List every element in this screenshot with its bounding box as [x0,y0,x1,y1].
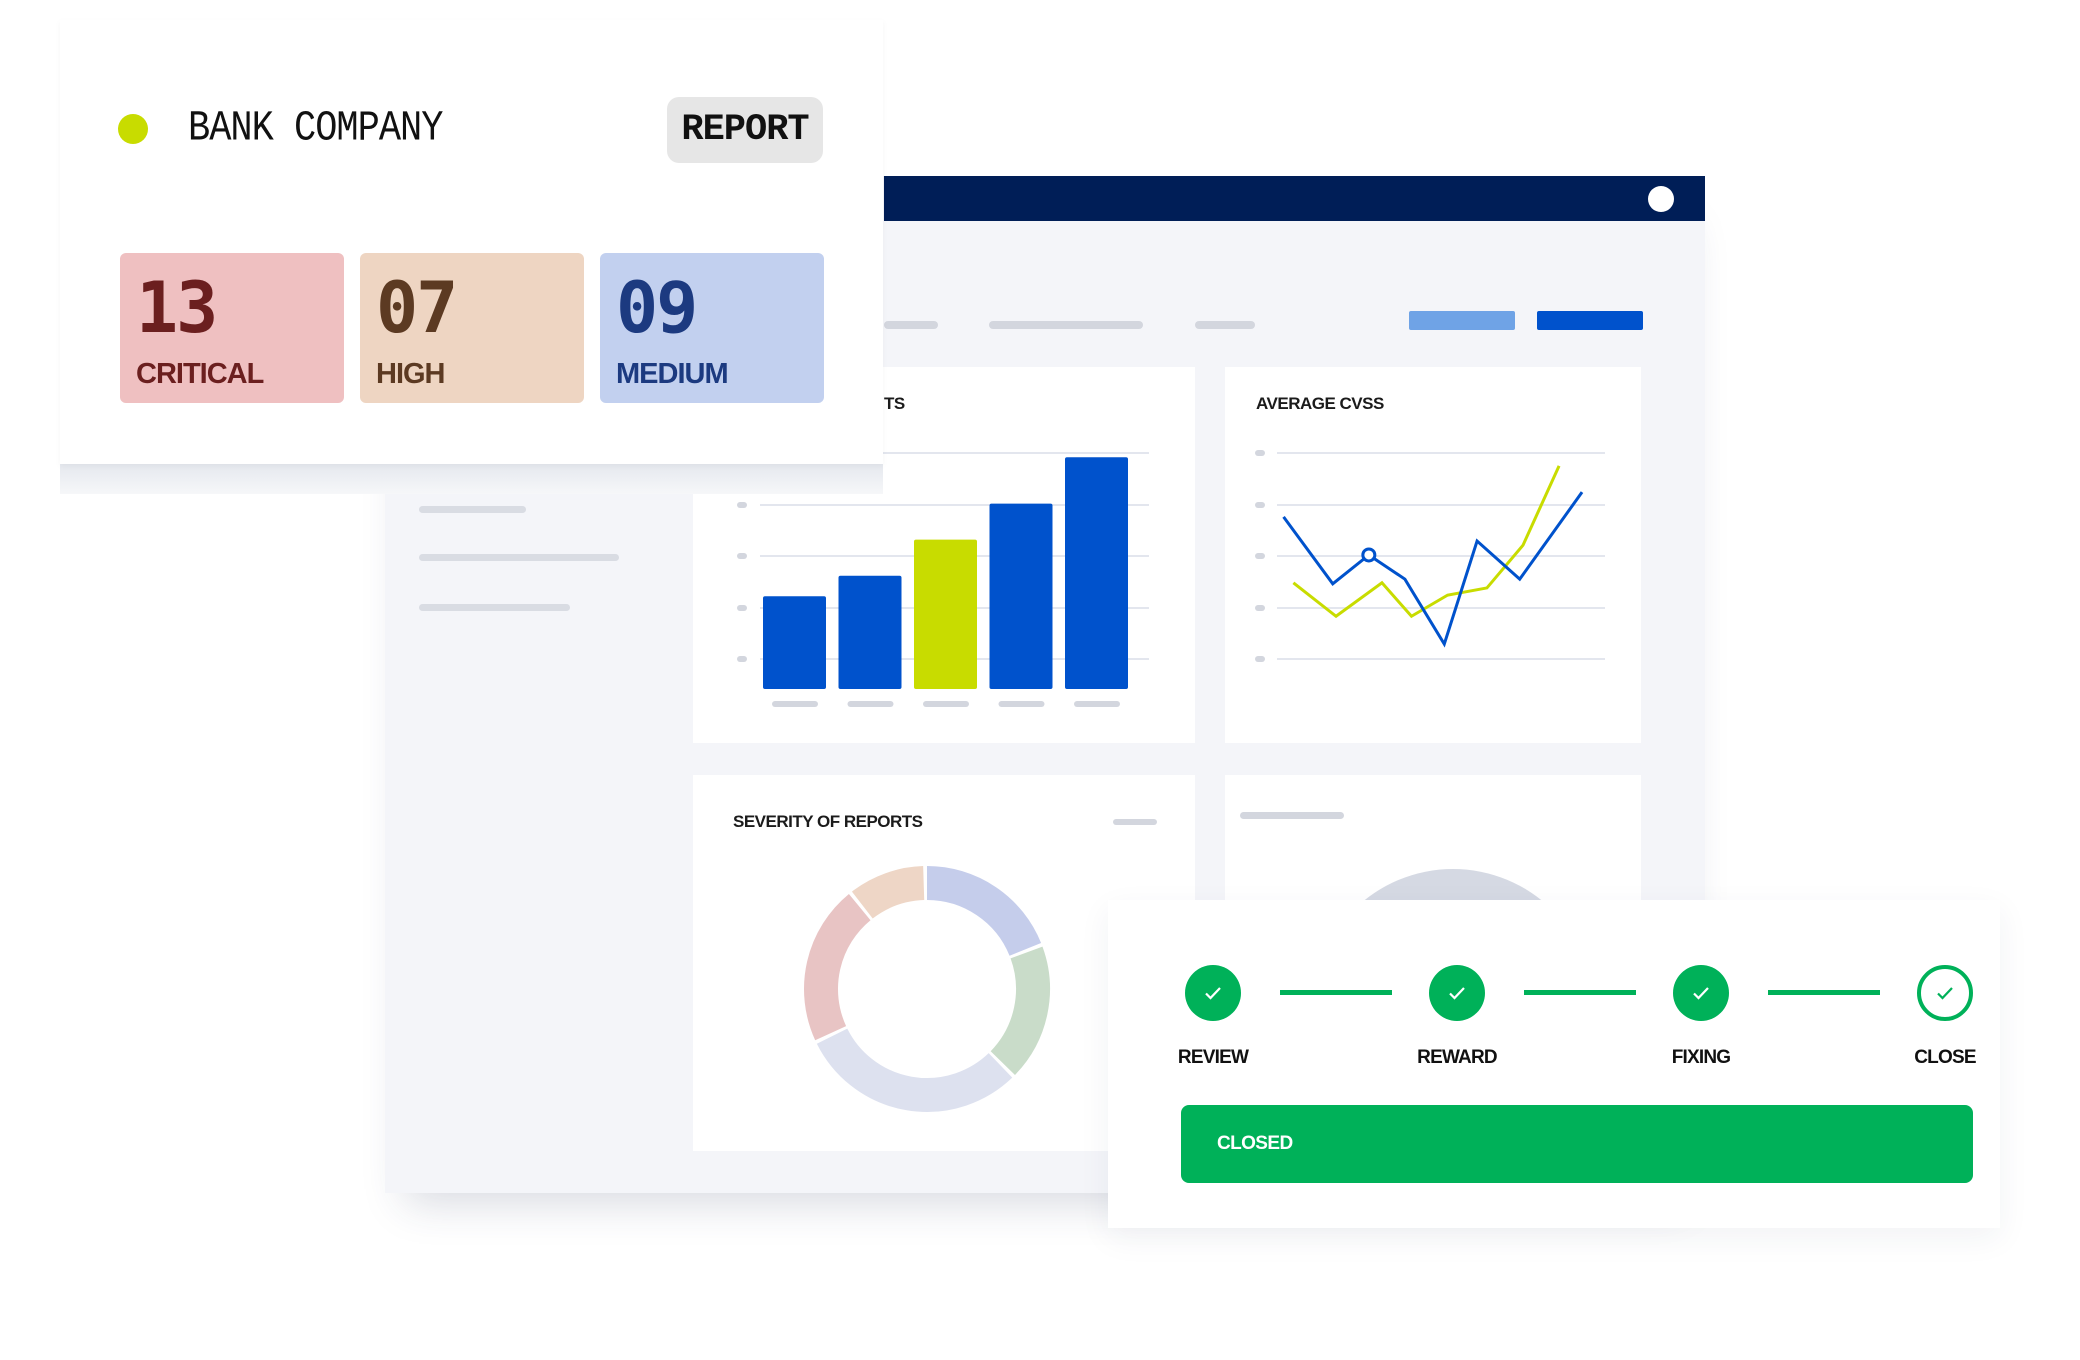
axis-tick [737,502,747,508]
axis-tick [1255,605,1265,611]
primary-button[interactable] [1537,311,1643,330]
critical-label: CRITICAL [136,358,264,390]
status-dot-icon [118,114,148,144]
x-tick-label [998,701,1045,707]
axis-tick [1255,450,1265,456]
x-tick-label [847,701,894,707]
critical-count: 13 [136,267,218,349]
dashboard-header [884,176,1705,221]
sidebar-item[interactable] [419,554,619,561]
axis-tick [737,656,747,662]
axis-tick [1255,553,1265,559]
step-connector [1524,990,1636,995]
medium-label: MEDIUM [616,358,729,390]
bar [838,575,902,689]
critical-tile[interactable]: 13 CRITICAL [120,253,344,403]
step-close[interactable] [1917,965,1973,1021]
x-tick-label [772,701,818,707]
report-button[interactable]: REPORT [667,97,823,163]
axis-tick [737,553,747,559]
line-chart-card: AVERAGE CVSS [1225,367,1641,743]
donut-slice [926,866,1042,957]
step-connector [1280,990,1392,995]
bar [1065,457,1128,689]
check-icon [1445,981,1469,1005]
status-text: CLOSED [1217,1133,1293,1154]
axis-tick [737,605,747,611]
step-label: REVIEW [1177,1047,1249,1068]
secondary-button[interactable] [1409,311,1515,330]
step-fixing[interactable] [1673,965,1729,1021]
series-line [1292,465,1561,619]
step-label: FIXING [1671,1047,1731,1068]
donut-slice [990,946,1050,1075]
sidebar-item[interactable] [419,506,526,513]
medium-count: 09 [616,267,698,349]
step-label: CLOSE [1914,1047,1976,1068]
check-icon [1201,981,1225,1005]
bar [989,503,1053,689]
high-label: HIGH [376,358,445,390]
pie-card [1225,775,1641,900]
line-chart [1255,450,1605,662]
status-bar: CLOSED [1181,1105,1973,1183]
pie-chart [1312,869,1594,900]
donut-slice [851,866,925,919]
data-point-marker [1361,547,1377,563]
check-icon [1689,981,1713,1005]
step-connector [1768,990,1880,995]
x-tick-label [1074,701,1120,707]
high-tile[interactable]: 07 HIGH [360,253,584,403]
donut-slice [816,1028,1013,1112]
step-label: REWARD [1417,1047,1497,1068]
sidebar-item[interactable] [419,604,570,611]
axis-tick [1255,656,1265,662]
card-title-placeholder [1240,812,1344,819]
nav-placeholder[interactable] [1195,321,1255,329]
check-icon [1933,981,1957,1005]
nav-placeholder[interactable] [884,321,938,329]
user-avatar[interactable] [1648,186,1674,212]
bar [914,539,977,689]
donut-slice [804,893,871,1041]
card-shadow [60,464,883,494]
step-review[interactable] [1185,965,1241,1021]
medium-tile[interactable]: 09 MEDIUM [600,253,824,403]
nav-placeholder[interactable] [989,321,1143,329]
bar [763,596,826,689]
step-reward[interactable] [1429,965,1485,1021]
high-count: 07 [376,267,458,349]
axis-tick [1255,502,1265,508]
company-name: BANK COMPANY [188,104,443,154]
x-tick-label [923,701,969,707]
